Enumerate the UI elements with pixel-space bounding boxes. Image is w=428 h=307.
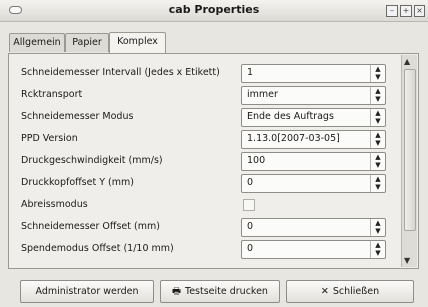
setting-row: Schneidemesser Offset (mm) 0 ▲ ▼ bbox=[13, 216, 398, 238]
setting-value: 100 bbox=[247, 155, 266, 166]
close-button-label: Schließen bbox=[332, 286, 380, 297]
administrator-button[interactable]: Administrator werden bbox=[20, 280, 154, 303]
setting-label: PPD Version bbox=[21, 133, 78, 144]
spin-arrows-icon[interactable]: ▲ ▼ bbox=[370, 153, 385, 170]
setting-label: Druckgeschwindigkeit (mm/s) bbox=[21, 155, 163, 166]
setting-row: Druckkopfoffset Y (mm) 0 ▲ ▼ bbox=[13, 172, 398, 194]
administrator-button-label: Administrator werden bbox=[35, 286, 139, 297]
close-icon[interactable]: × bbox=[414, 5, 425, 17]
test-page-button[interactable]: 🖶 Testseite drucken bbox=[160, 280, 280, 303]
setting-row: Schneidemesser Modus Ende des Auftrags ▲ ▼ bbox=[13, 106, 398, 128]
close-x-icon: ✕ bbox=[320, 286, 329, 297]
spin-arrows-icon[interactable]: ▲ ▼ bbox=[370, 109, 385, 126]
spin-arrows-icon[interactable]: ▲ ▼ bbox=[370, 87, 385, 104]
setting-value: 0 bbox=[247, 177, 254, 188]
setting-combo[interactable]: immer ▲ ▼ bbox=[241, 86, 386, 105]
setting-combo[interactable]: 1.13.0[2007-03-05] ▲ ▼ bbox=[241, 130, 386, 149]
minimize-icon[interactable]: – bbox=[386, 5, 398, 17]
settings-panel: Schneidemesser Intervall (Jedes x Etiket… bbox=[8, 53, 419, 269]
settings-list: Schneidemesser Intervall (Jedes x Etiket… bbox=[13, 58, 398, 263]
setting-combo[interactable]: Ende des Auftrags ▲ ▼ bbox=[241, 108, 386, 127]
tab-papier[interactable]: Papier bbox=[65, 33, 109, 52]
setting-row: Schneidemesser Intervall (Jedes x Etiket… bbox=[13, 62, 398, 84]
setting-row: Spendemodus Offset (1/10 mm) 0 ▲ ▼ bbox=[13, 238, 398, 260]
spin-arrows-icon[interactable]: ▲ ▼ bbox=[370, 241, 385, 258]
setting-row: PPD Version 1.13.0[2007-03-05] ▲ ▼ bbox=[13, 128, 398, 150]
setting-combo[interactable]: 0 ▲ ▼ bbox=[241, 174, 386, 193]
setting-combo[interactable]: 0 ▲ ▼ bbox=[241, 240, 386, 259]
scroll-up-icon[interactable]: ▲ bbox=[404, 57, 410, 66]
setting-label: Schneidemesser Offset (mm) bbox=[21, 221, 160, 232]
setting-label: Schneidemesser Intervall (Jedes x Etiket… bbox=[21, 67, 220, 78]
setting-label: Spendemodus Offset (1/10 mm) bbox=[21, 243, 174, 254]
vertical-scrollbar[interactable]: ▲ ▼ bbox=[401, 55, 417, 267]
tab-komplex[interactable]: Komplex bbox=[109, 32, 166, 53]
scroll-down-icon[interactable]: ▼ bbox=[404, 256, 410, 265]
setting-label: Rcktransport bbox=[21, 89, 83, 100]
spin-arrows-icon[interactable]: ▲ ▼ bbox=[370, 65, 385, 82]
setting-value: 0 bbox=[247, 243, 254, 254]
printer-icon: 🖶 bbox=[172, 286, 181, 297]
title-bar: cab Properties – + × bbox=[0, 0, 428, 22]
maximize-icon[interactable]: + bbox=[400, 5, 412, 17]
setting-combo[interactable]: 1 ▲ ▼ bbox=[241, 64, 386, 83]
close-button[interactable]: ✕ Schließen bbox=[286, 280, 414, 303]
setting-value: 1.13.0[2007-03-05] bbox=[247, 133, 340, 144]
setting-label: Abreissmodus bbox=[21, 199, 88, 210]
setting-row: Rcktransport immer ▲ ▼ bbox=[13, 84, 398, 106]
spin-arrows-icon[interactable]: ▲ ▼ bbox=[370, 219, 385, 236]
setting-value: Ende des Auftrags bbox=[247, 111, 334, 122]
setting-value: immer bbox=[247, 89, 278, 100]
setting-value: 1 bbox=[247, 67, 254, 78]
abreissmodus-checkbox[interactable] bbox=[243, 199, 255, 211]
test-page-button-label: Testseite drucken bbox=[185, 286, 268, 297]
setting-label: Druckkopfoffset Y (mm) bbox=[21, 177, 134, 188]
spin-arrows-icon[interactable]: ▲ ▼ bbox=[370, 131, 385, 148]
setting-label: Schneidemesser Modus bbox=[21, 111, 134, 122]
setting-row: Abreissmodus bbox=[13, 194, 398, 216]
setting-value: 0 bbox=[247, 221, 254, 232]
window-title: cab Properties bbox=[168, 3, 260, 16]
setting-row: Druckgeschwindigkeit (mm/s) 100 ▲ ▼ bbox=[13, 150, 398, 172]
scrollbar-thumb[interactable] bbox=[404, 69, 416, 231]
spin-arrows-icon[interactable]: ▲ ▼ bbox=[370, 175, 385, 192]
setting-combo[interactable]: 100 ▲ ▼ bbox=[241, 152, 386, 171]
tab-allgemein[interactable]: Allgemein bbox=[9, 33, 65, 52]
setting-combo[interactable]: 0 ▲ ▼ bbox=[241, 218, 386, 237]
